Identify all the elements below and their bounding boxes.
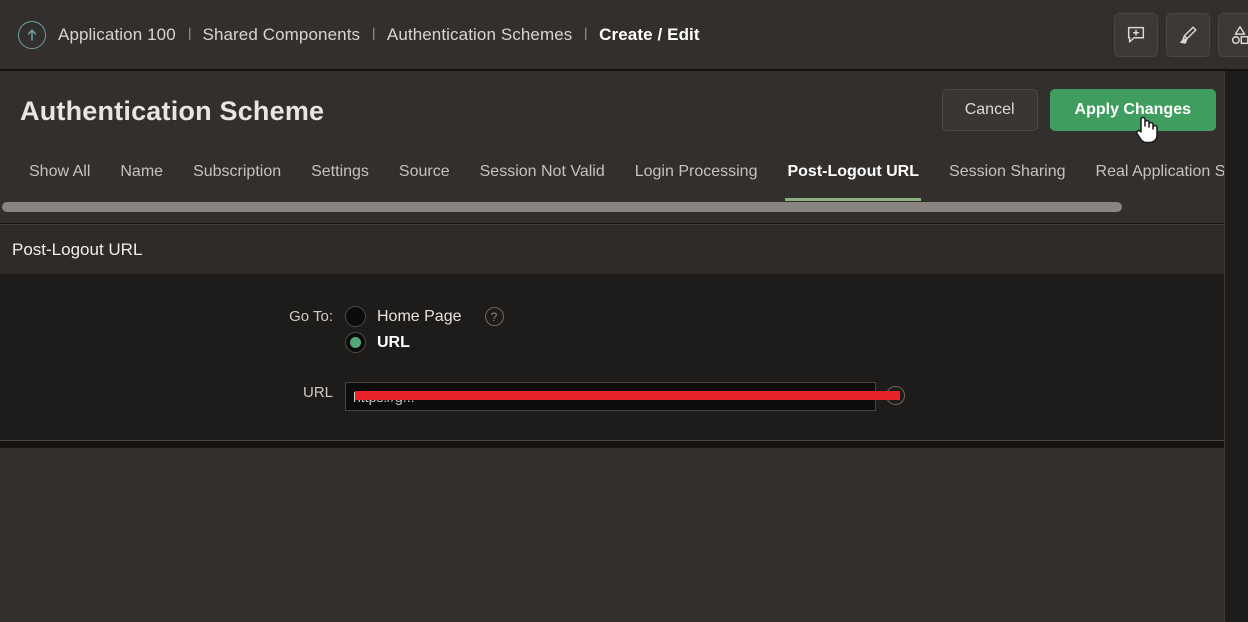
tab-source[interactable]: Source bbox=[384, 151, 465, 199]
tab-login-processing[interactable]: Login Processing bbox=[620, 151, 773, 199]
breadcrumb-item-shared-components[interactable]: Shared Components bbox=[203, 25, 361, 45]
header-actions: Cancel Apply Changes bbox=[941, 89, 1216, 131]
radio-option-url[interactable]: URL bbox=[345, 332, 504, 353]
apply-changes-button[interactable]: Apply Changes bbox=[1049, 89, 1216, 131]
radio-url[interactable] bbox=[345, 332, 366, 353]
page-header: Authentication Scheme Cancel Apply Chang… bbox=[0, 71, 1224, 151]
radio-option-home-page[interactable]: Home Page ? bbox=[345, 306, 504, 327]
radio-label-home-page[interactable]: Home Page bbox=[377, 308, 462, 326]
comment-add-icon[interactable] bbox=[1114, 13, 1158, 57]
breadcrumb-item-authentication-schemes[interactable]: Authentication Schemes bbox=[387, 25, 573, 45]
breadcrumb: Application 100 \ Shared Components \ Au… bbox=[58, 25, 700, 45]
tab-post-logout-url[interactable]: Post-Logout URL bbox=[772, 151, 934, 201]
radio-url-dot bbox=[350, 337, 361, 348]
breadcrumb-separator: \ bbox=[184, 24, 195, 44]
breadcrumb-bar: Application 100 \ Shared Components \ Au… bbox=[0, 0, 1248, 70]
app-root: Application 100 \ Shared Components \ Au… bbox=[0, 0, 1248, 622]
cancel-button[interactable]: Cancel bbox=[941, 89, 1038, 131]
breadcrumb-item-application[interactable]: Application 100 bbox=[58, 25, 176, 45]
right-gutter bbox=[1224, 71, 1248, 622]
arrow-up-circle-icon[interactable] bbox=[18, 20, 46, 49]
goto-radio-group: Home Page ? URL bbox=[345, 306, 504, 353]
radio-home-page[interactable] bbox=[345, 306, 366, 327]
page-background-area bbox=[0, 448, 1224, 622]
field-row-goto: Go To: Home Page ? URL bbox=[0, 306, 504, 353]
url-redaction-bar bbox=[355, 391, 900, 400]
breadcrumb-separator: \ bbox=[580, 24, 592, 44]
section-header: Post-Logout URL bbox=[0, 224, 1224, 274]
tab-list: Show All Name Subscription Settings Sour… bbox=[0, 151, 1224, 201]
section-title: Post-Logout URL bbox=[12, 239, 143, 259]
tab-show-all[interactable]: Show All bbox=[14, 151, 105, 199]
page-title: Authentication Scheme bbox=[20, 95, 325, 126]
radio-label-url[interactable]: URL bbox=[377, 334, 410, 352]
breadcrumb-item-create-edit[interactable]: Create / Edit bbox=[599, 25, 700, 45]
tab-settings[interactable]: Settings bbox=[296, 151, 384, 199]
goto-label: Go To: bbox=[289, 308, 333, 325]
shapes-icon[interactable] bbox=[1218, 13, 1248, 57]
tab-session-sharing[interactable]: Session Sharing bbox=[934, 151, 1081, 199]
help-icon-home-page[interactable]: ? bbox=[484, 307, 504, 326]
tab-name[interactable]: Name bbox=[105, 151, 178, 199]
highlighter-icon[interactable] bbox=[1166, 13, 1210, 57]
tab-scrollbar-thumb[interactable] bbox=[2, 202, 1122, 212]
breadcrumb-separator: \ bbox=[368, 24, 379, 44]
tab-session-not-valid[interactable]: Session Not Valid bbox=[465, 151, 620, 199]
form-body: Go To: Home Page ? URL URL ? bbox=[0, 274, 1224, 441]
url-label: URL bbox=[302, 384, 333, 401]
breadcrumb-toolbar bbox=[1114, 13, 1248, 57]
tab-real-application-security[interactable]: Real Application Security bbox=[1081, 151, 1224, 199]
tab-subscription[interactable]: Subscription bbox=[178, 151, 296, 199]
